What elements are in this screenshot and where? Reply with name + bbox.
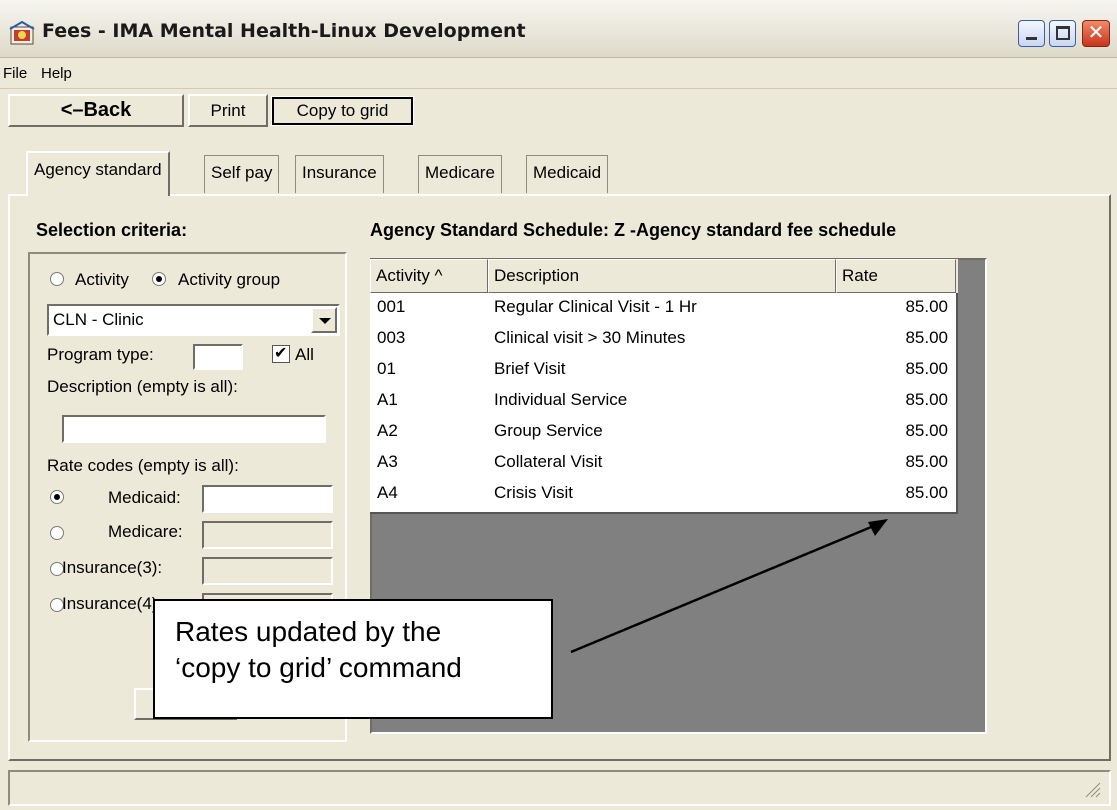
column-rate[interactable]: Rate xyxy=(836,259,956,293)
activity-group-value: CLN - Clinic xyxy=(53,310,144,329)
tab-medicare[interactable]: Medicare xyxy=(418,155,502,193)
cell-activity: 003 xyxy=(377,328,406,347)
callout-box: Rates updated by the ‘copy to grid’ comm… xyxy=(153,599,553,719)
schedule-heading: Agency Standard Schedule: Z -Agency stan… xyxy=(370,220,897,240)
minimize-button[interactable] xyxy=(1018,20,1045,47)
cell-rate: 85.00 xyxy=(905,483,948,502)
toolbar: <–Back Print Copy to grid xyxy=(0,92,1117,132)
callout-line-2: ‘copy to grid’ command xyxy=(175,652,462,683)
cell-rate: 85.00 xyxy=(905,359,948,378)
cell-description: Brief Visit xyxy=(494,359,566,378)
maximize-icon xyxy=(1056,26,1070,40)
menu-help[interactable]: Help xyxy=(41,65,72,82)
all-checkbox-label: All xyxy=(295,345,314,364)
window-title: Fees - IMA Mental Health-Linux Developme… xyxy=(42,20,526,42)
minimize-icon xyxy=(1026,37,1037,40)
grid-body: 001 Regular Clinical Visit - 1 Hr 85.00 003… xyxy=(370,293,958,514)
program-type-label: Program type: xyxy=(47,345,154,364)
resize-grip-icon[interactable] xyxy=(1083,780,1101,798)
app-icon xyxy=(9,21,35,45)
column-activity[interactable]: Activity ^ xyxy=(370,259,488,293)
table-row[interactable]: A1 Individual Service 85.00 xyxy=(370,386,956,417)
tab-insurance[interactable]: Insurance xyxy=(295,155,384,193)
cell-description: Individual Service xyxy=(494,390,628,409)
cell-rate: 85.00 xyxy=(905,328,948,347)
copy-to-grid-button[interactable]: Copy to grid xyxy=(271,96,414,126)
medicare-input[interactable] xyxy=(202,521,333,549)
tab-medicaid[interactable]: Medicaid xyxy=(526,155,609,193)
cell-description: Regular Clinical Visit - 1 Hr xyxy=(494,297,697,316)
cell-rate: 85.00 xyxy=(905,297,948,316)
selection-criteria-heading: Selection criteria: xyxy=(36,220,188,240)
cell-rate: 85.00 xyxy=(905,421,948,440)
activity-radio[interactable] xyxy=(50,272,64,286)
back-button[interactable]: <–Back xyxy=(8,94,184,127)
table-row[interactable]: 001 Regular Clinical Visit - 1 Hr 85.00 xyxy=(370,293,956,324)
tab-agency-standard[interactable]: Agency standard xyxy=(26,151,170,196)
description-label: Description (empty is all): xyxy=(47,377,238,396)
callout-line-1: Rates updated by the xyxy=(175,616,442,647)
grid-header: Activity ^ Description Rate xyxy=(370,259,958,293)
maximize-button[interactable] xyxy=(1049,20,1076,47)
cell-description: Collateral Visit xyxy=(494,452,603,471)
table-row[interactable]: A2 Group Service 85.00 xyxy=(370,417,956,448)
fee-grid: Activity ^ Description Rate 001 Regular C… xyxy=(370,259,958,514)
tab-self-pay[interactable]: Self pay xyxy=(204,155,280,193)
cell-activity: 01 xyxy=(377,359,396,378)
table-row[interactable]: 003 Clinical visit > 30 Minutes 85.00 xyxy=(370,324,956,355)
chevron-down-icon[interactable] xyxy=(311,307,337,333)
column-description[interactable]: Description xyxy=(488,259,836,293)
cell-activity: A1 xyxy=(377,390,398,409)
description-input[interactable] xyxy=(62,415,326,443)
table-row[interactable]: A4 Crisis Visit 85.00 xyxy=(370,479,956,510)
activity-group-select[interactable]: CLN - Clinic xyxy=(47,304,340,336)
cell-rate: 85.00 xyxy=(905,390,948,409)
activity-group-radio-label: Activity group xyxy=(178,270,281,289)
cell-description: Clinical visit > 30 Minutes xyxy=(494,328,686,347)
cell-rate: 85.00 xyxy=(905,452,948,471)
print-button[interactable]: Print xyxy=(188,94,268,127)
insurance4-label: Insurance(4): xyxy=(62,594,163,613)
program-type-input[interactable] xyxy=(193,344,243,370)
table-row[interactable]: A3 Collateral Visit 85.00 xyxy=(370,448,956,479)
close-button[interactable]: ✕ xyxy=(1082,20,1110,47)
menu-bar: File Help xyxy=(0,59,1117,89)
rate-codes-label: Rate codes (empty is all): xyxy=(47,456,239,475)
activity-group-radio[interactable] xyxy=(152,272,166,286)
medicare-radio[interactable] xyxy=(50,526,64,540)
medicare-label: Medicare: xyxy=(108,522,183,541)
medicaid-input[interactable] xyxy=(202,485,333,513)
all-checkbox[interactable] xyxy=(272,343,290,363)
cell-activity: A4 xyxy=(377,483,398,502)
table-row[interactable]: 01 Brief Visit 85.00 xyxy=(370,355,956,386)
cell-description: Group Service xyxy=(494,421,603,440)
insurance3-input[interactable] xyxy=(202,557,333,585)
title-bar: Fees - IMA Mental Health-Linux Developme… xyxy=(0,0,1117,58)
menu-file[interactable]: File xyxy=(3,65,27,82)
cell-activity: 001 xyxy=(377,297,406,316)
cell-description: Crisis Visit xyxy=(494,483,574,502)
cell-activity: A2 xyxy=(377,421,398,440)
cell-activity: A3 xyxy=(377,452,398,471)
medicaid-radio[interactable] xyxy=(50,490,64,504)
close-icon: ✕ xyxy=(1087,22,1105,44)
insurance3-label: Insurance(3): xyxy=(62,558,163,577)
activity-radio-label: Activity xyxy=(75,270,129,289)
status-bar xyxy=(8,770,1111,806)
medicaid-label: Medicaid: xyxy=(108,488,181,507)
